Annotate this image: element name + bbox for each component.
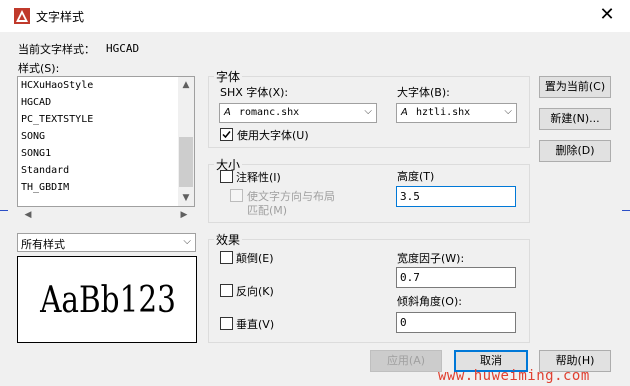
chevron-down-icon: ⌵	[183, 236, 191, 247]
current-style-value: HGCAD	[106, 42, 140, 55]
list-item[interactable]: Standard	[21, 165, 69, 176]
watermark-text: www.huweiming.com	[438, 368, 590, 384]
height-input[interactable]: 3.5	[396, 186, 516, 207]
list-item[interactable]: HGCAD	[21, 97, 51, 108]
title-bar	[0, 0, 630, 32]
style-filter-value: 所有样式	[21, 238, 65, 251]
backwards-checkbox[interactable]	[220, 284, 233, 297]
current-style-label: 当前文字样式：	[18, 43, 95, 56]
height-label: 高度(T)	[397, 170, 435, 183]
shx-font-label: SHX 字体(X):	[220, 86, 289, 99]
chevron-down-icon: ⌵	[504, 106, 512, 117]
delete-style-button[interactable]: 删除(D)	[539, 140, 611, 162]
vertical-checkbox[interactable]	[220, 317, 233, 330]
apply-button[interactable]: 应用(A)	[370, 350, 442, 372]
shx-font-select[interactable]: A romanc.shx ⌵	[219, 103, 377, 123]
background-line	[622, 210, 630, 211]
window-title: 文字样式	[36, 10, 85, 24]
scroll-right-icon[interactable]: ▶	[176, 210, 192, 220]
list-item[interactable]: SONG1	[21, 148, 51, 159]
shx-font-value: romanc.shx	[239, 107, 300, 118]
oblique-angle-label: 倾斜角度(O):	[397, 295, 462, 308]
match-orientation-checkbox[interactable]	[230, 189, 243, 202]
list-item[interactable]: SONG	[21, 131, 45, 142]
annotative-label[interactable]: 注释性(I)	[236, 169, 281, 185]
close-icon[interactable]: ✕	[598, 6, 616, 24]
chevron-down-icon: ⌵	[364, 106, 372, 117]
preview-text: AaBb123	[40, 280, 176, 321]
bigfont-value: hztli.shx	[416, 107, 471, 118]
font-group-title: 字体	[214, 68, 243, 85]
checkmark-icon	[222, 131, 231, 139]
list-item[interactable]: PC_TEXTSTYLE	[21, 114, 93, 125]
effects-group-title: 效果	[214, 231, 243, 248]
vertical-label[interactable]: 垂直(V)	[236, 316, 274, 332]
styles-label: 样式(S):	[18, 62, 60, 75]
use-bigfont-checkbox[interactable]	[220, 128, 233, 141]
annotative-checkbox[interactable]	[220, 170, 233, 183]
style-filter-select[interactable]: 所有样式 ⌵	[17, 233, 196, 252]
upside-down-checkbox[interactable]	[220, 251, 233, 264]
scroll-up-icon[interactable]: ▲	[178, 80, 194, 90]
font-file-icon: A	[401, 107, 408, 118]
list-item[interactable]: HCXuHaoStyle	[21, 80, 93, 91]
scroll-down-icon[interactable]: ▼	[178, 193, 194, 203]
upside-down-label[interactable]: 颠倒(E)	[236, 250, 274, 266]
bigfont-select[interactable]: A hztli.shx ⌵	[396, 103, 517, 123]
app-logo-icon	[14, 8, 30, 24]
width-factor-input[interactable]: 0.7	[396, 267, 516, 288]
font-file-icon: A	[224, 107, 231, 118]
list-item[interactable]: TH_GBDIM	[21, 182, 69, 193]
new-style-button[interactable]: 新建(N)...	[539, 108, 611, 130]
scrollbar-thumb[interactable]	[179, 137, 193, 187]
style-preview: AaBb123	[17, 256, 197, 343]
background-line	[0, 210, 8, 211]
styles-horizontal-scrollbar[interactable]	[18, 207, 194, 224]
backwards-label[interactable]: 反向(K)	[236, 283, 274, 299]
set-current-button[interactable]: 置为当前(C)	[539, 76, 611, 98]
oblique-angle-input[interactable]: 0	[396, 312, 516, 333]
use-bigfont-label[interactable]: 使用大字体(U)	[237, 127, 309, 143]
bigfont-label: 大字体(B):	[397, 86, 450, 99]
scroll-left-icon[interactable]: ◀	[20, 210, 36, 220]
match-orientation-label-2: 匹配(M)	[247, 204, 288, 217]
width-factor-label: 宽度因子(W):	[397, 252, 465, 265]
